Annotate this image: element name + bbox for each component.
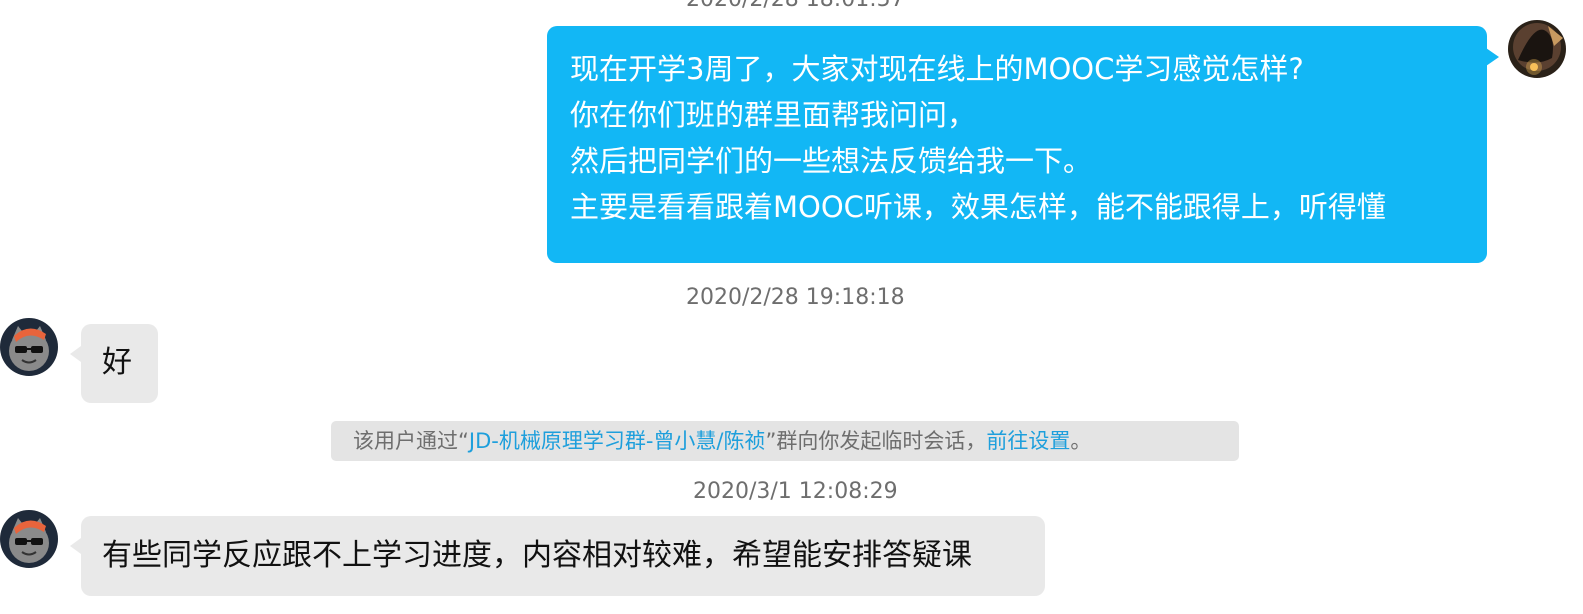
- peer-avatar-icon: [0, 318, 58, 376]
- message-timestamp: 2020/2/28 19:18:18: [686, 285, 905, 310]
- message-timestamp: 2020/3/1 12:08:29: [693, 479, 898, 504]
- notice-suffix: 。: [1070, 429, 1092, 453]
- group-name-link[interactable]: JD-机械原理学习群-曾小慧/陈祯: [469, 429, 766, 453]
- self-avatar[interactable]: [1508, 20, 1566, 78]
- peer-avatar-icon: [0, 510, 58, 568]
- go-to-settings-link[interactable]: 前往设置: [986, 429, 1070, 453]
- peer-avatar[interactable]: [0, 510, 58, 568]
- notice-middle: ”群向你发起临时会话，: [765, 429, 987, 453]
- peer-avatar[interactable]: [0, 318, 58, 376]
- notice-prefix: 该用户通过“: [353, 429, 469, 453]
- message-timestamp: 2020/2/28 18:01:57: [686, 0, 905, 15]
- message-text: 好: [102, 345, 132, 380]
- outgoing-message-bubble[interactable]: 现在开学3周了，大家对现在线上的MOOC学习感觉怎样? 你在你们班的群里面帮我问…: [547, 26, 1499, 263]
- message-line: 你在你们班的群里面帮我问问，: [570, 98, 977, 132]
- incoming-message-bubble[interactable]: 有些同学反应跟不上学习进度，内容相对较难，希望能安排答疑课: [70, 516, 1045, 596]
- message-text: 有些同学反应跟不上学习进度，内容相对较难，希望能安排答疑课: [102, 538, 972, 573]
- self-avatar-icon: [1508, 20, 1566, 78]
- message-line: 现在开学3周了，大家对现在线上的MOOC学习感觉怎样?: [570, 52, 1304, 86]
- temporary-session-notice: 该用户通过“JD-机械原理学习群-曾小慧/陈祯”群向你发起临时会话，前往设置。: [331, 421, 1239, 461]
- message-line: 主要是看看跟着MOOC听课，效果怎样，能不能跟得上，听得懂: [570, 190, 1386, 224]
- incoming-message-bubble[interactable]: 好: [70, 324, 158, 403]
- message-line: 然后把同学们的一些想法反馈给我一下。: [570, 144, 1093, 178]
